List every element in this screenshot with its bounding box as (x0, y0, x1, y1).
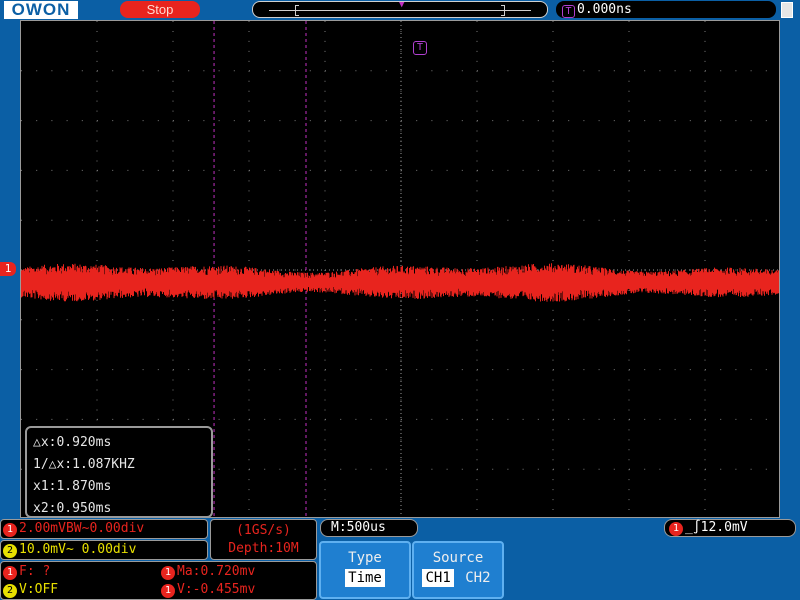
timeline-line (269, 10, 531, 11)
trigger-position-icon: ▼ (399, 0, 405, 10)
trigger-marker-icon: T (413, 41, 427, 55)
measure-mean: 1 Ma:0.720mv (161, 563, 255, 581)
source-option-ch1[interactable]: CH1 (422, 569, 454, 587)
softkey-type-title: Type (348, 550, 382, 566)
trigger-time-readout: T 0.000ns (556, 1, 776, 18)
cursor-x1: x1:1.870ms (33, 479, 112, 494)
ch2-scale: 10.0mV~ 0.00div (19, 542, 137, 557)
measure-ma-value: Ma:0.720mv (177, 564, 256, 579)
memory-timeline: ▼ (252, 1, 548, 18)
ch2-settings[interactable]: 2 10.0mV~ 0.00div (0, 540, 208, 560)
softkey-type-value[interactable]: Time (345, 569, 385, 587)
ch1-settings[interactable]: 1 2.00mVBW~0.00div (0, 519, 208, 539)
measurement-panel: 1 F: ? 2 V:OFF 1 Ma:0.720mv 1 V:-0.455mv (0, 561, 317, 600)
measure-f-badge: 1 (3, 566, 17, 580)
timeline-left-bracket (295, 5, 299, 16)
waveform-display: T △x:0.920ms 1/△x:1.087KHZ x1:1.870ms x2… (20, 20, 780, 518)
measure-voltage-ch1: 1 V:-0.455mv (161, 581, 255, 599)
measure-v1-value: V:-0.455mv (177, 582, 256, 597)
trigger-level-readout[interactable]: 1 _∫12.0mV (664, 519, 796, 537)
measure-f-value: F: ? (19, 564, 51, 579)
ch1-scale: 2.00mVBW~0.00div (19, 521, 145, 536)
softkey-source-title: Source (432, 550, 484, 566)
ch1-level-marker: 1 (0, 262, 16, 276)
rising-edge-icon: _∫ (685, 520, 701, 535)
trigger-t-icon: T (562, 5, 575, 18)
ch1-waveform (21, 263, 779, 302)
memory-depth: Depth:10M (228, 541, 299, 556)
acquisition-info: (1GS/s) Depth:10M (210, 519, 317, 560)
sample-rate: (1GS/s) (236, 523, 291, 538)
battery-icon (781, 2, 793, 18)
top-bar: OWON Stop ▼ T 0.000ns (0, 0, 800, 20)
source-option-ch2[interactable]: CH2 (462, 569, 493, 587)
cursor-x2: x2:0.950ms (33, 501, 112, 516)
cursor-frequency: 1/△x:1.087KHZ (33, 457, 135, 472)
measure-v2-value: V:OFF (19, 582, 59, 597)
trigger-time-value: 0.000ns (577, 2, 632, 17)
cursor-delta-x: △x:0.920ms (33, 435, 112, 450)
measure-ma-badge: 1 (161, 566, 175, 580)
measure-voltage-ch2: 2 V:OFF (3, 581, 58, 599)
timeline-right-bracket (501, 5, 505, 16)
measure-v2-badge: 2 (3, 584, 17, 598)
brand-logo: OWON (4, 1, 78, 19)
cursor-readout: △x:0.920ms 1/△x:1.087KHZ x1:1.870ms x2:0… (25, 426, 213, 517)
ch1-badge: 1 (3, 523, 17, 537)
softkey-type[interactable]: Type Time (319, 541, 411, 599)
trigger-source-badge: 1 (669, 522, 683, 536)
softkey-source[interactable]: Source CH1 CH2 (412, 541, 504, 599)
trigger-level-value: 12.0mV (700, 520, 748, 535)
ch2-badge: 2 (3, 544, 17, 558)
timebase-readout[interactable]: M:500us (320, 519, 418, 537)
measure-v1-badge: 1 (161, 584, 175, 598)
measure-frequency: 1 F: ? (3, 563, 50, 581)
run-stop-status[interactable]: Stop (120, 1, 200, 18)
